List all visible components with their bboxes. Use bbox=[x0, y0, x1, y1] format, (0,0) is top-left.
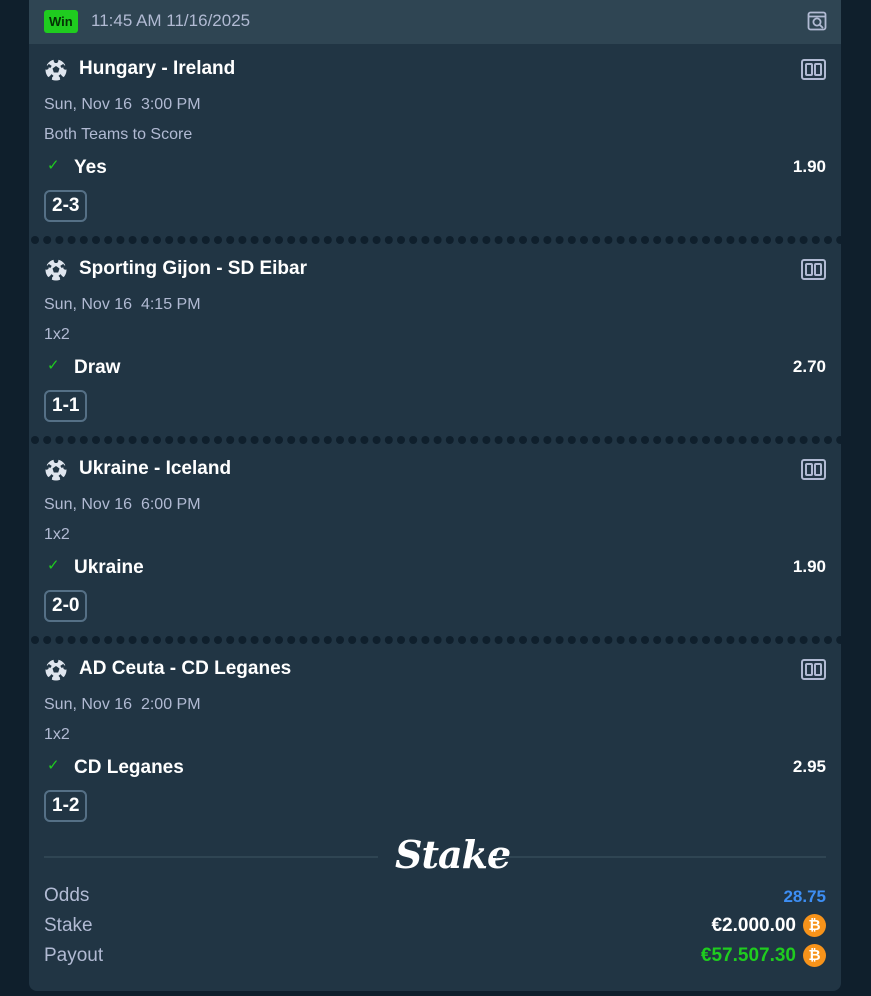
stake-logo: Stake bbox=[395, 832, 511, 877]
match-name[interactable]: Ukraine - Iceland bbox=[79, 458, 231, 480]
bet-leg: AD Ceuta - CD Leganes Sun, Nov 16 2:00 P… bbox=[29, 644, 841, 844]
scoreboard-icon[interactable] bbox=[801, 59, 826, 80]
bet-leg: Ukraine - Iceland Sun, Nov 16 6:00 PM 1x… bbox=[29, 444, 841, 644]
checkmark-icon: ✓ bbox=[47, 157, 60, 174]
checkmark-icon: ✓ bbox=[47, 557, 60, 574]
stake-label: Stake bbox=[44, 915, 93, 936]
match-name[interactable]: Sporting Gijon - SD Eibar bbox=[79, 258, 307, 280]
bet-leg: Sporting Gijon - SD Eibar Sun, Nov 16 4:… bbox=[29, 244, 841, 444]
bet-leg: Hungary - Ireland Sun, Nov 16 3:00 PM Bo… bbox=[29, 44, 841, 244]
selection-name: Yes bbox=[74, 157, 107, 178]
match-datetime: Sun, Nov 16 6:00 PM bbox=[44, 496, 201, 513]
total-odds: 28.75 bbox=[783, 887, 826, 906]
leg-odds: 1.90 bbox=[792, 157, 826, 176]
soccer-ball-icon bbox=[44, 458, 68, 481]
payout-amount: €57.507.30 bbox=[700, 945, 796, 966]
brand-divider-right bbox=[493, 856, 826, 858]
dotted-divider bbox=[31, 636, 841, 644]
match-name[interactable]: AD Ceuta - CD Leganes bbox=[79, 658, 291, 680]
result-badge: 1-1 bbox=[44, 390, 88, 422]
selection-name: Ukraine bbox=[74, 557, 144, 578]
leg-odds: 1.90 bbox=[792, 557, 826, 576]
dotted-divider bbox=[31, 236, 841, 244]
checkmark-icon: ✓ bbox=[47, 757, 60, 774]
match-datetime: Sun, Nov 16 2:00 PM bbox=[44, 696, 201, 713]
stake-amount: €2.000.00 bbox=[711, 915, 796, 936]
bet-timestamp: 11:45 AM 11/16/2025 bbox=[91, 11, 251, 30]
selection-name: Draw bbox=[74, 357, 121, 378]
market-name: 1x2 bbox=[44, 526, 70, 543]
result-badge: 2-0 bbox=[44, 590, 88, 622]
payout-label: Payout bbox=[44, 945, 104, 966]
scoreboard-icon[interactable] bbox=[801, 459, 826, 480]
soccer-ball-icon bbox=[44, 658, 68, 681]
checkmark-icon: ✓ bbox=[47, 357, 60, 374]
status-badge: Win bbox=[44, 10, 78, 33]
bet-slip: Win 11:45 AM 11/16/2025 Hungary - Irelan… bbox=[29, 0, 841, 991]
match-datetime: Sun, Nov 16 3:00 PM bbox=[44, 96, 201, 113]
soccer-ball-icon bbox=[44, 258, 68, 281]
market-name: 1x2 bbox=[44, 726, 70, 743]
dotted-divider bbox=[31, 436, 841, 444]
match-name[interactable]: Hungary - Ireland bbox=[79, 58, 235, 80]
market-name: 1x2 bbox=[44, 326, 70, 343]
market-name: Both Teams to Score bbox=[44, 126, 193, 143]
bitcoin-icon: ₿ bbox=[803, 914, 826, 937]
leg-odds: 2.95 bbox=[792, 757, 826, 776]
search-icon[interactable] bbox=[807, 11, 827, 31]
soccer-ball-icon bbox=[44, 58, 68, 81]
scoreboard-icon[interactable] bbox=[801, 659, 826, 680]
result-badge: 1-2 bbox=[44, 790, 88, 822]
odds-label: Odds bbox=[44, 885, 90, 906]
selection-name: CD Leganes bbox=[74, 757, 184, 778]
slip-header: Win 11:45 AM 11/16/2025 bbox=[29, 0, 841, 44]
match-datetime: Sun, Nov 16 4:15 PM bbox=[44, 296, 201, 313]
scoreboard-icon[interactable] bbox=[801, 259, 826, 280]
leg-odds: 2.70 bbox=[792, 357, 826, 376]
brand-divider-left bbox=[44, 856, 378, 858]
result-badge: 2-3 bbox=[44, 190, 88, 222]
bitcoin-icon: ₿ bbox=[803, 944, 826, 967]
